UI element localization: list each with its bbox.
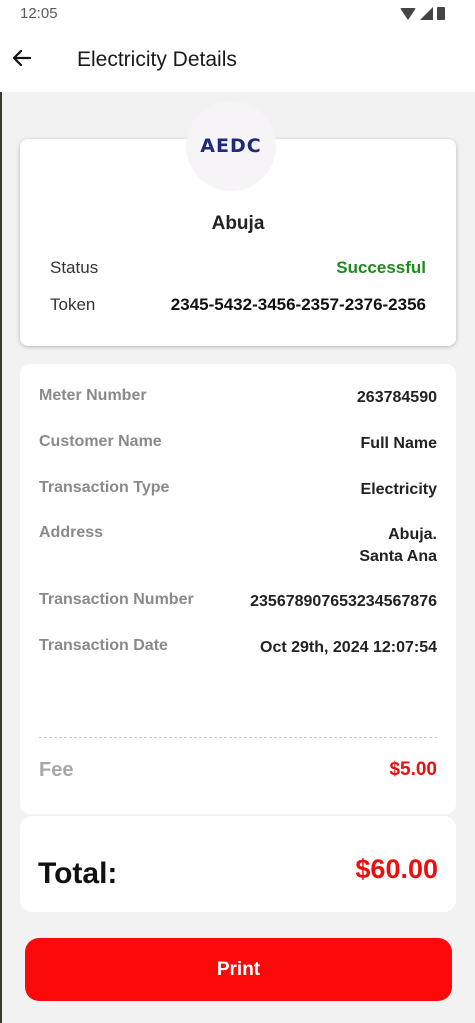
token-value: 2345-5432-3456-2357-2376-2356	[170, 295, 426, 314]
customer-name-row: Customer Name Full Name	[39, 433, 437, 455]
fee-value: $5.00	[389, 759, 437, 780]
status-badge: Successful	[336, 258, 426, 277]
fee-row: Fee $5.00	[39, 759, 437, 782]
address-label: Address	[39, 524, 104, 541]
transaction-number-value: 235678907653234567876	[250, 593, 437, 610]
provider-logo: AEDC	[186, 101, 276, 191]
back-button[interactable]	[8, 44, 36, 72]
total-value: $60.00	[355, 854, 438, 884]
token-row: Token 2345-5432-3456-2357-2376-2356	[50, 295, 426, 315]
total-card: Total: $60.00	[20, 816, 456, 912]
app-bar: Electricity Details	[0, 28, 475, 92]
status-time: 12:05	[20, 5, 58, 22]
transaction-type-row: Transaction Type Electricity	[39, 479, 437, 501]
total-label: Total:	[38, 857, 118, 890]
status-label: Status	[50, 258, 99, 277]
address-line-1: Abuja.	[388, 526, 437, 543]
meter-number-label: Meter Number	[39, 387, 147, 404]
dashed-divider	[39, 737, 437, 738]
customer-name-label: Customer Name	[39, 433, 162, 450]
token-label: Token	[50, 295, 96, 314]
screen-edge	[0, 0, 2, 1023]
transaction-details-card: Meter Number 263784590 Customer Name Ful…	[20, 364, 456, 814]
transaction-number-label: Transaction Number	[39, 591, 194, 608]
meter-number-value: 263784590	[356, 389, 437, 406]
wifi-icon	[400, 7, 416, 20]
signal-icon	[420, 7, 433, 20]
provider-logo-text: AEDC	[200, 135, 262, 157]
transaction-type-value: Electricity	[360, 481, 437, 498]
page-title: Electricity Details	[77, 48, 237, 71]
address-line-2: Santa Ana	[359, 548, 437, 565]
meter-number-row: Meter Number 263784590	[39, 387, 437, 409]
address-row: Address Abuja. Santa Ana	[39, 524, 437, 568]
transaction-date-label: Transaction Date	[39, 637, 168, 654]
arrow-left-icon	[12, 49, 32, 67]
print-button[interactable]: Print	[25, 938, 452, 1001]
customer-name-value: Full Name	[360, 435, 437, 452]
provider-city: Abuja	[211, 213, 265, 234]
transaction-number-row: Transaction Number 235678907653234567876	[39, 591, 437, 613]
transaction-date-row: Transaction Date Oct 29th, 2024 12:07:54	[39, 637, 437, 659]
battery-icon	[437, 7, 445, 20]
status-bar: 12:05	[0, 0, 475, 28]
transaction-date-value: Oct 29th, 2024 12:07:54	[260, 639, 437, 656]
fee-label: Fee	[39, 759, 74, 781]
status-row: Status Successful	[50, 258, 426, 278]
transaction-type-label: Transaction Type	[39, 479, 170, 496]
status-icons	[400, 7, 445, 20]
address-value: Abuja. Santa Ana	[359, 524, 437, 568]
